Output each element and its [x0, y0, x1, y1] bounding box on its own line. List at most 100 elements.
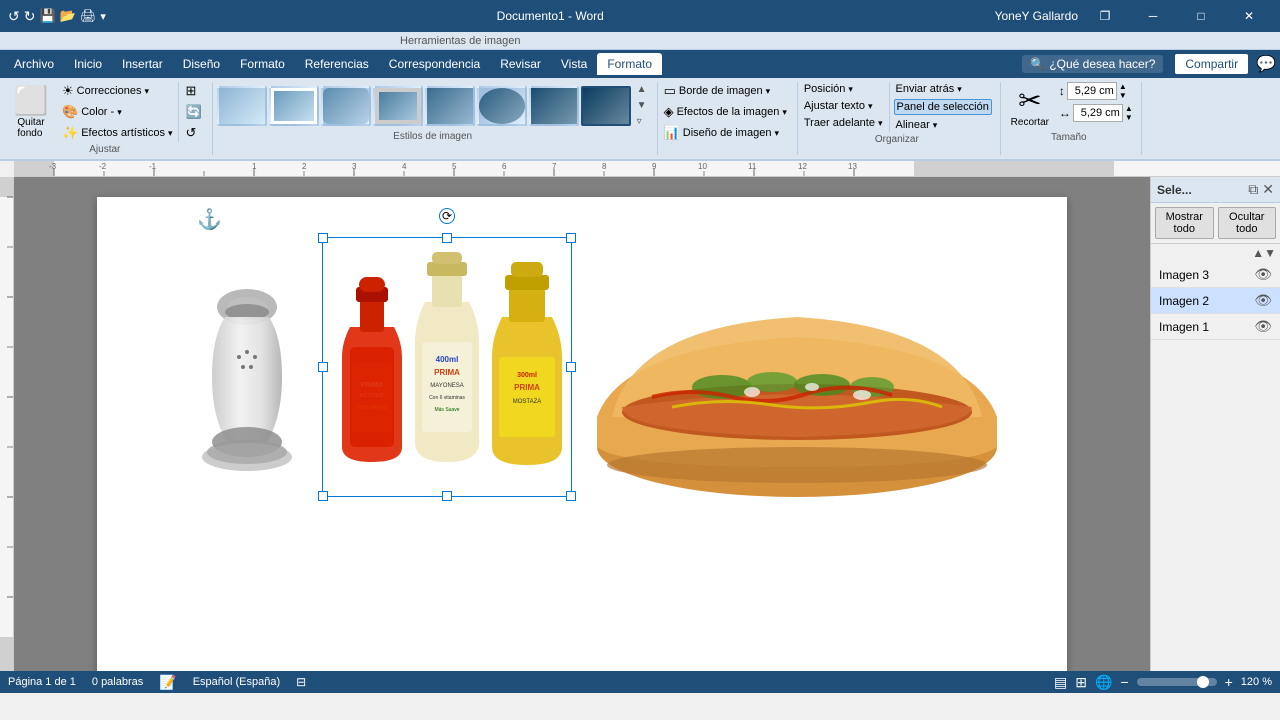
width-down[interactable]: ▼: [1125, 113, 1133, 122]
menu-correspondencia[interactable]: Correspondencia: [379, 53, 490, 75]
print-btn[interactable]: 🖨: [80, 8, 97, 24]
rotate-handle[interactable]: ⟳: [439, 208, 455, 224]
traer-adelante-btn[interactable]: Traer adelante ▾: [802, 116, 885, 130]
panel-title: Sele...: [1157, 183, 1192, 197]
enviar-atras-btn[interactable]: Enviar atrás ▾: [894, 82, 992, 96]
style-scroll-more[interactable]: ▿: [635, 114, 649, 129]
panel-item-imagen2-eye[interactable]: 👁: [1254, 292, 1272, 309]
svg-text:Más Suave: Más Suave: [434, 407, 459, 413]
maximize-btn[interactable]: □: [1178, 0, 1224, 32]
save-btn[interactable]: 💾: [39, 8, 55, 24]
style-scroll[interactable]: ▲ ▼ ▿: [635, 82, 649, 129]
panel-item-imagen3[interactable]: Imagen 3 👁: [1151, 262, 1280, 288]
svg-text:6: 6: [502, 162, 507, 171]
menu-archivo[interactable]: Archivo: [4, 53, 64, 75]
menu-formato-layout[interactable]: Formato: [230, 53, 295, 75]
svg-text:PRIMA: PRIMA: [514, 383, 540, 392]
panel-scroll-up[interactable]: ▲: [1252, 246, 1264, 260]
style-thumb-8[interactable]: [581, 86, 631, 126]
read-mode-icon[interactable]: ▤: [1054, 674, 1067, 691]
color-btn[interactable]: 🎨 Color - ▾: [60, 103, 174, 121]
print-layout-icon[interactable]: ⊞: [1075, 674, 1087, 691]
show-all-btn[interactable]: Mostrar todo: [1155, 207, 1214, 239]
panel-item-imagen3-eye[interactable]: 👁: [1254, 266, 1272, 283]
style-scroll-down[interactable]: ▼: [635, 98, 649, 113]
height-input[interactable]: [1067, 82, 1117, 100]
comment-icon[interactable]: 💬: [1256, 54, 1276, 74]
page-canvas[interactable]: ⚓: [14, 177, 1150, 671]
recortar-btn[interactable]: ✂ Recortar: [1005, 82, 1055, 130]
svg-text:5: 5: [452, 162, 457, 171]
restore-btn[interactable]: ❐: [1082, 0, 1128, 32]
panel-header: Sele... ⧉ ✕: [1151, 177, 1280, 203]
style-thumb-4[interactable]: [373, 86, 423, 126]
menu-formato-active[interactable]: Formato: [597, 53, 662, 75]
style-thumb-3[interactable]: [321, 86, 371, 126]
compress-btn[interactable]: ⊞: [183, 82, 203, 100]
close-btn[interactable]: ✕: [1226, 0, 1272, 32]
svg-text:300ml: 300ml: [517, 372, 537, 379]
height-up[interactable]: ▲: [1119, 82, 1127, 91]
panel-items: Imagen 3 👁 Imagen 2 👁 Imagen 1 👁: [1151, 262, 1280, 671]
organizar-group: Posición ▾ Ajustar texto ▾ Traer adelant…: [802, 82, 1001, 155]
width-input[interactable]: [1073, 104, 1123, 122]
svg-text:-2: -2: [99, 162, 107, 171]
menu-vista[interactable]: Vista: [551, 53, 597, 75]
zoom-in-btn[interactable]: +: [1225, 674, 1233, 690]
search-box[interactable]: 🔍 ¿Qué desea hacer?: [1022, 55, 1163, 73]
style-thumb-1[interactable]: [217, 86, 267, 126]
menu-revisar[interactable]: Revisar: [490, 53, 551, 75]
undo-btn[interactable]: ↺: [8, 8, 20, 25]
web-layout-icon[interactable]: 🌐: [1095, 674, 1112, 691]
image-hotdog[interactable]: [572, 267, 1022, 507]
panel-scroll-down[interactable]: ▼: [1264, 246, 1276, 260]
efectos-imagen-btn[interactable]: ◈ Efectos de la imagen ▾: [662, 103, 789, 121]
borde-group: ▭ Borde de imagen ▾ ◈ Efectos de la imag…: [662, 82, 798, 155]
ruler-v-svg: [0, 177, 14, 671]
svg-text:12: 12: [798, 162, 807, 171]
open-btn[interactable]: 📂: [60, 8, 76, 24]
menu-insertar[interactable]: Insertar: [112, 53, 173, 75]
menu-referencias[interactable]: Referencias: [295, 53, 379, 75]
panel-item-imagen1-eye[interactable]: 👁: [1254, 318, 1272, 335]
herramientas-label: Herramientas de imagen: [400, 35, 520, 47]
minimize-btn[interactable]: ─: [1130, 0, 1176, 32]
image-condiments[interactable]: PRIMA KETCHUP +20% GRATIS: [322, 237, 572, 497]
hide-all-btn[interactable]: Ocultar todo: [1218, 207, 1277, 239]
efectos-artisticos-btn[interactable]: ✨ Efectos artísticos ▾: [60, 124, 174, 142]
height-down[interactable]: ▼: [1119, 91, 1127, 100]
menu-diseno[interactable]: Diseño: [173, 53, 230, 75]
style-thumb-5[interactable]: [425, 86, 475, 126]
panel-seleccion-btn[interactable]: Panel de selección: [894, 99, 992, 115]
ajustar-texto-btn[interactable]: Ajustar texto ▾: [802, 99, 885, 113]
alinear-btn[interactable]: Alinear ▾: [894, 118, 992, 132]
style-scroll-up[interactable]: ▲: [635, 82, 649, 97]
language: Español (España): [193, 676, 280, 688]
share-button[interactable]: Compartir: [1175, 54, 1248, 74]
width-up[interactable]: ▲: [1125, 104, 1133, 113]
posicion-btn[interactable]: Posición ▾: [802, 82, 885, 96]
diseno-imagen-btn[interactable]: 📊 Diseño de imagen ▾: [662, 124, 789, 142]
panel-item-imagen1[interactable]: Imagen 1 👁: [1151, 314, 1280, 340]
menu-inicio[interactable]: Inicio: [64, 53, 112, 75]
correcciones-btn[interactable]: ☀ Correcciones ▾: [60, 82, 174, 100]
panel-close-btn[interactable]: ✕: [1262, 181, 1274, 198]
style-thumb-6[interactable]: [477, 86, 527, 126]
image-salt-shaker[interactable]: [177, 257, 317, 487]
change-img-btn[interactable]: 🔄: [183, 103, 203, 121]
statusbar: Página 1 de 1 0 palabras 📝 Español (Espa…: [0, 671, 1280, 693]
quitar-fondo-btn[interactable]: ⬜ Quitarfondo: [6, 82, 56, 141]
ribbon-area: ⬜ Quitarfondo ☀ Correcciones ▾ 🎨 Color -…: [0, 78, 1280, 161]
zoom-out-btn[interactable]: −: [1120, 674, 1128, 690]
style-thumb-2[interactable]: [269, 86, 319, 126]
style-thumb-7[interactable]: [529, 86, 579, 126]
redo-btn[interactable]: ↻: [24, 8, 36, 25]
reset-img-btn[interactable]: ↺: [183, 124, 203, 142]
track-changes-icon[interactable]: ⊟: [296, 675, 306, 689]
zoom-slider[interactable]: [1137, 678, 1217, 686]
panel-expand-btn[interactable]: ⧉: [1248, 181, 1258, 198]
svg-text:11: 11: [748, 162, 757, 171]
borde-imagen-btn[interactable]: ▭ Borde de imagen ▾: [662, 82, 789, 100]
panel-item-imagen2[interactable]: Imagen 2 👁: [1151, 288, 1280, 314]
spell-check-icon[interactable]: 📝: [159, 674, 176, 691]
